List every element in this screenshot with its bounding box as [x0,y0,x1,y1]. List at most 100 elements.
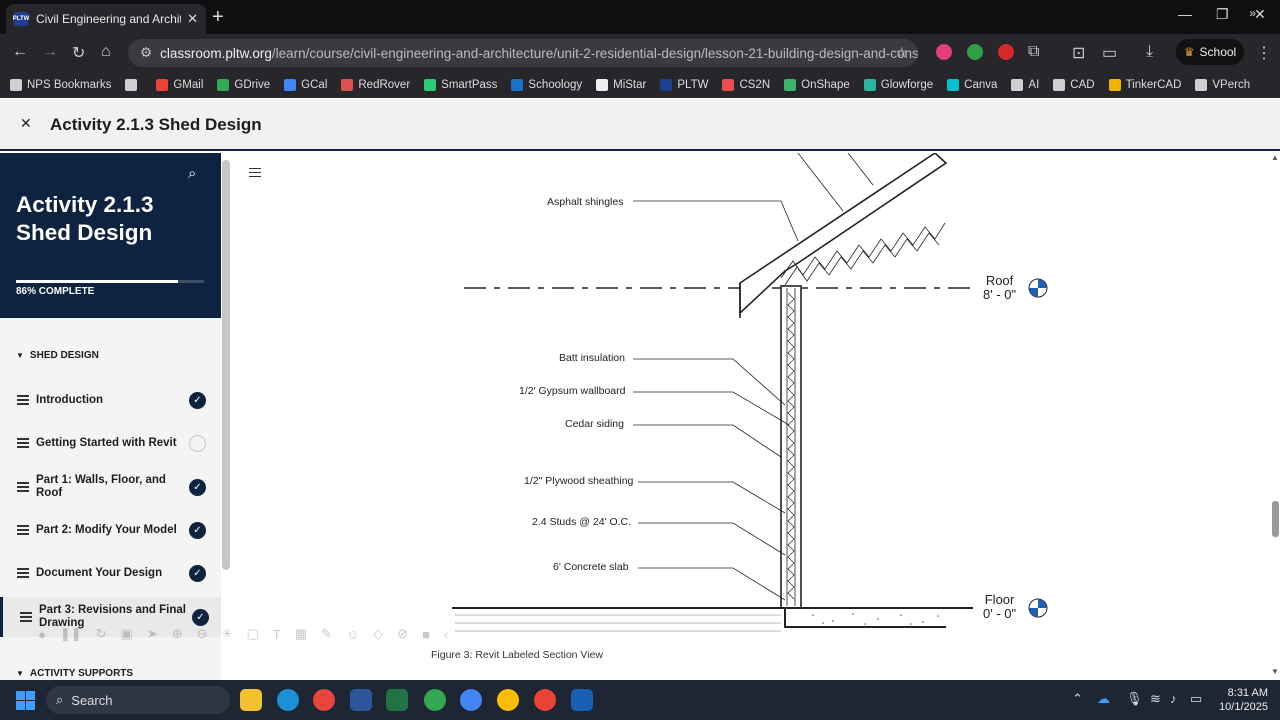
scroll-thumb[interactable] [1272,501,1279,537]
edge-icon[interactable] [277,689,299,711]
more-bookmarks-icon[interactable]: » [1249,6,1256,20]
sidebar-item[interactable]: Getting Started with Revit [0,423,221,463]
onedrive-icon[interactable]: ☁ [1097,691,1110,707]
crop-icon[interactable]: ▢ [246,626,258,642]
wifi-icon[interactable]: ≋ [1150,691,1161,707]
volume-icon[interactable]: ♪ [1170,691,1177,706]
zoom-in-icon[interactable]: ⊕ [172,626,183,642]
progress-bar [16,280,204,283]
minimize-icon[interactable]: — [1178,6,1192,22]
microphone-icon[interactable]: 🎙 [1126,691,1143,707]
chrome-profile-icon[interactable] [497,689,519,711]
bookmark-item[interactable] [125,79,142,91]
bookmark-item[interactable]: CS2N [722,79,770,91]
bookmark-item[interactable]: Canva [947,79,997,91]
menu-icon[interactable]: ⋮ [1256,43,1272,63]
search-icon[interactable]: ⌕ [188,165,196,182]
download-icon[interactable]: ⤓ [1146,43,1153,61]
caret-down-icon: ▼ [16,669,24,678]
taskbar-search[interactable]: ⌕ Search [46,686,230,714]
bookmark-icon [341,79,354,91]
chrome-profile-icon[interactable] [460,689,482,711]
collapse-icon[interactable]: ‹ [444,627,448,642]
content-scrollbar[interactable]: ▲ ▼ [1271,153,1280,680]
chrome-profile-icon[interactable] [424,689,446,711]
delete-icon[interactable]: ▣ [121,626,133,642]
pen-icon[interactable]: ✎ [321,626,332,642]
file-explorer-icon[interactable] [240,689,262,711]
bookmark-item[interactable]: Glowforge [863,79,933,91]
bookmark-item[interactable]: GDrive [217,79,270,91]
bookmark-star-icon[interactable]: ☆ [895,44,908,61]
reload-icon[interactable]: ↻ [72,43,85,63]
maximize-icon[interactable]: ❐ [1216,6,1229,23]
tab-title: Civil Engineering and Architectu [36,12,181,26]
address-bar[interactable]: ⚙ classroom.pltw.org/learn/course/civil-… [128,39,918,67]
scroll-up-icon[interactable]: ▲ [1271,153,1279,162]
sidebar-item[interactable]: Document Your Design ✓ [0,553,221,593]
sidebar-item-label: Part 1: Walls, Floor, and Roof [36,474,166,499]
system-clock[interactable]: 8:31 AM 10/1/2025 [1214,686,1268,714]
scroll-down-icon[interactable]: ▼ [1271,667,1279,676]
browser-tab[interactable]: PLTW Civil Engineering and Architectu ✕ [6,4,206,34]
camera-icon[interactable]: ■ [422,627,430,642]
cast-icon[interactable]: ▭ [1102,43,1117,63]
section-activity-supports[interactable]: ▼ ACTIVITY SUPPORTS [16,668,133,679]
sidebar-item[interactable]: Part 2: Modify Your Model ✓ [0,510,221,550]
pointer-icon[interactable]: ➤ [147,626,158,642]
home-icon[interactable]: ⌂ [101,43,111,61]
battery-icon[interactable]: ▭ [1190,691,1202,707]
bookmark-item[interactable]: AI [1011,79,1039,91]
extension-icon[interactable] [967,44,983,60]
emoji-icon[interactable]: ☺ [346,627,359,642]
forward-icon[interactable]: → [42,43,58,61]
extension-icon[interactable] [998,44,1014,60]
bookmark-item[interactable]: CAD [1053,79,1095,91]
bookmark-item[interactable]: SmartPass [424,79,497,91]
windows-start-icon[interactable] [16,691,35,710]
bookmark-item[interactable]: NPS Bookmarks [10,79,111,91]
bookmark-item[interactable]: MiStar [596,79,646,91]
extensions-puzzle-icon[interactable]: ⧉ [1028,43,1039,61]
sidebar-item[interactable]: Part 1: Walls, Floor, and Roof ✓ [0,467,221,507]
bookmark-item[interactable]: TinkerCAD [1108,79,1182,91]
grid-icon[interactable]: ▦ [295,626,307,642]
chrome-icon[interactable] [313,689,335,711]
sidebar-item[interactable]: Introduction ✓ [0,380,221,420]
extension-icon[interactable] [936,44,952,60]
excel-icon[interactable] [386,689,408,711]
revit-icon[interactable] [571,689,593,711]
tray-overflow-icon[interactable]: ⌃ [1072,691,1083,707]
section-shed-design[interactable]: ▼ SHED DESIGN [16,350,99,361]
bookmark-label: PLTW [677,79,709,91]
text-tool-icon[interactable]: T [273,627,281,642]
bookmark-item[interactable]: RedRover [341,79,410,91]
bookmark-item[interactable]: GMail [156,79,203,91]
site-info-icon[interactable]: ⚙ [140,45,152,61]
restart-icon[interactable]: ↻ [96,626,107,642]
new-tab-icon[interactable]: + [212,6,224,29]
bookmark-item[interactable]: Schoology [511,79,582,91]
section-label: SHED DESIGN [29,350,99,361]
bookmark-item[interactable]: PLTW [660,79,708,91]
sidebar-scrollbar[interactable] [222,160,230,570]
spotlight-icon[interactable]: ✳ [222,626,233,642]
bookmark-label: TinkerCAD [1125,79,1182,91]
pause-icon[interactable]: ❚❚ [60,626,82,642]
word-icon[interactable] [350,689,372,711]
lesson-content: Asphalt shingles Batt insulation 1/2' Gyps… [233,153,1280,680]
chrome-profile-icon[interactable] [534,689,556,711]
bookmark-item[interactable]: OnShape [784,79,850,91]
close-lesson-icon[interactable]: ✕ [20,115,32,132]
hide-icon[interactable]: ⊘ [397,626,408,642]
bookmark-item[interactable]: VPerch [1195,79,1250,91]
screen-search-icon[interactable]: ⊡ [1072,43,1085,63]
zoom-out-icon[interactable]: ⊖ [197,626,208,642]
eraser-icon[interactable]: ◇ [373,626,383,642]
bookmark-item[interactable]: GCal [284,79,327,91]
profile-button[interactable]: ♛ School [1176,39,1244,65]
record-icon[interactable]: ● [38,627,46,642]
close-tab-icon[interactable]: ✕ [187,11,198,27]
back-icon[interactable]: ← [12,43,28,61]
lesson-sidebar: ⌕ Activity 2.1.3 Shed Design 86% COMPLET… [0,153,221,680]
